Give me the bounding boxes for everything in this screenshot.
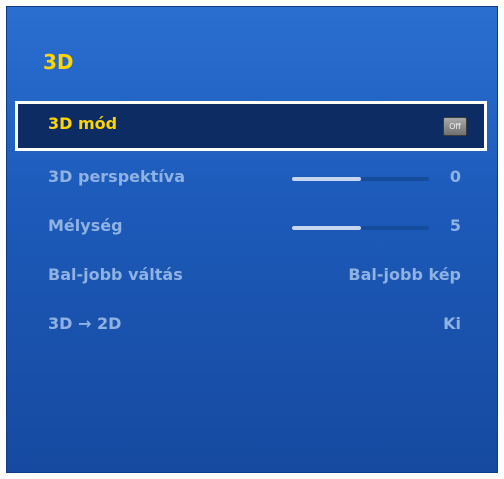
menu-item-3d-mode[interactable]: 3D mód Off bbox=[18, 104, 484, 148]
menu-item-label: 3D perspektíva bbox=[48, 167, 186, 186]
menu-item-value: 5 bbox=[449, 216, 461, 235]
slider-fill bbox=[292, 177, 361, 181]
menu-item-3d-perspective[interactable]: 3D perspektíva 0 bbox=[18, 157, 484, 201]
menu-item-depth[interactable]: Mélység 5 bbox=[18, 206, 484, 250]
menu-item-value: Bal-jobb kép bbox=[348, 265, 461, 284]
menu-item-label: 3D → 2D bbox=[48, 314, 122, 333]
perspective-slider[interactable] bbox=[292, 177, 429, 181]
menu-item-label: Bal-jobb váltás bbox=[48, 265, 183, 284]
settings-panel: 3D 3D mód Off 3D perspektíva 0 Mélység 5… bbox=[6, 6, 498, 473]
menu-item-left-right-switch[interactable]: Bal-jobb váltás Bal-jobb kép bbox=[18, 255, 484, 299]
menu-item-3d-to-2d[interactable]: 3D → 2D Ki bbox=[18, 304, 484, 348]
panel-title: 3D bbox=[43, 50, 74, 74]
menu-item-value: 0 bbox=[449, 167, 461, 186]
menu-item-label: Mélység bbox=[48, 216, 123, 235]
menu-item-label: 3D mód bbox=[48, 114, 118, 133]
slider-fill bbox=[292, 226, 361, 230]
off-toggle[interactable]: Off bbox=[443, 117, 467, 136]
menu-item-value: Ki bbox=[443, 314, 461, 333]
depth-slider[interactable] bbox=[292, 226, 429, 230]
